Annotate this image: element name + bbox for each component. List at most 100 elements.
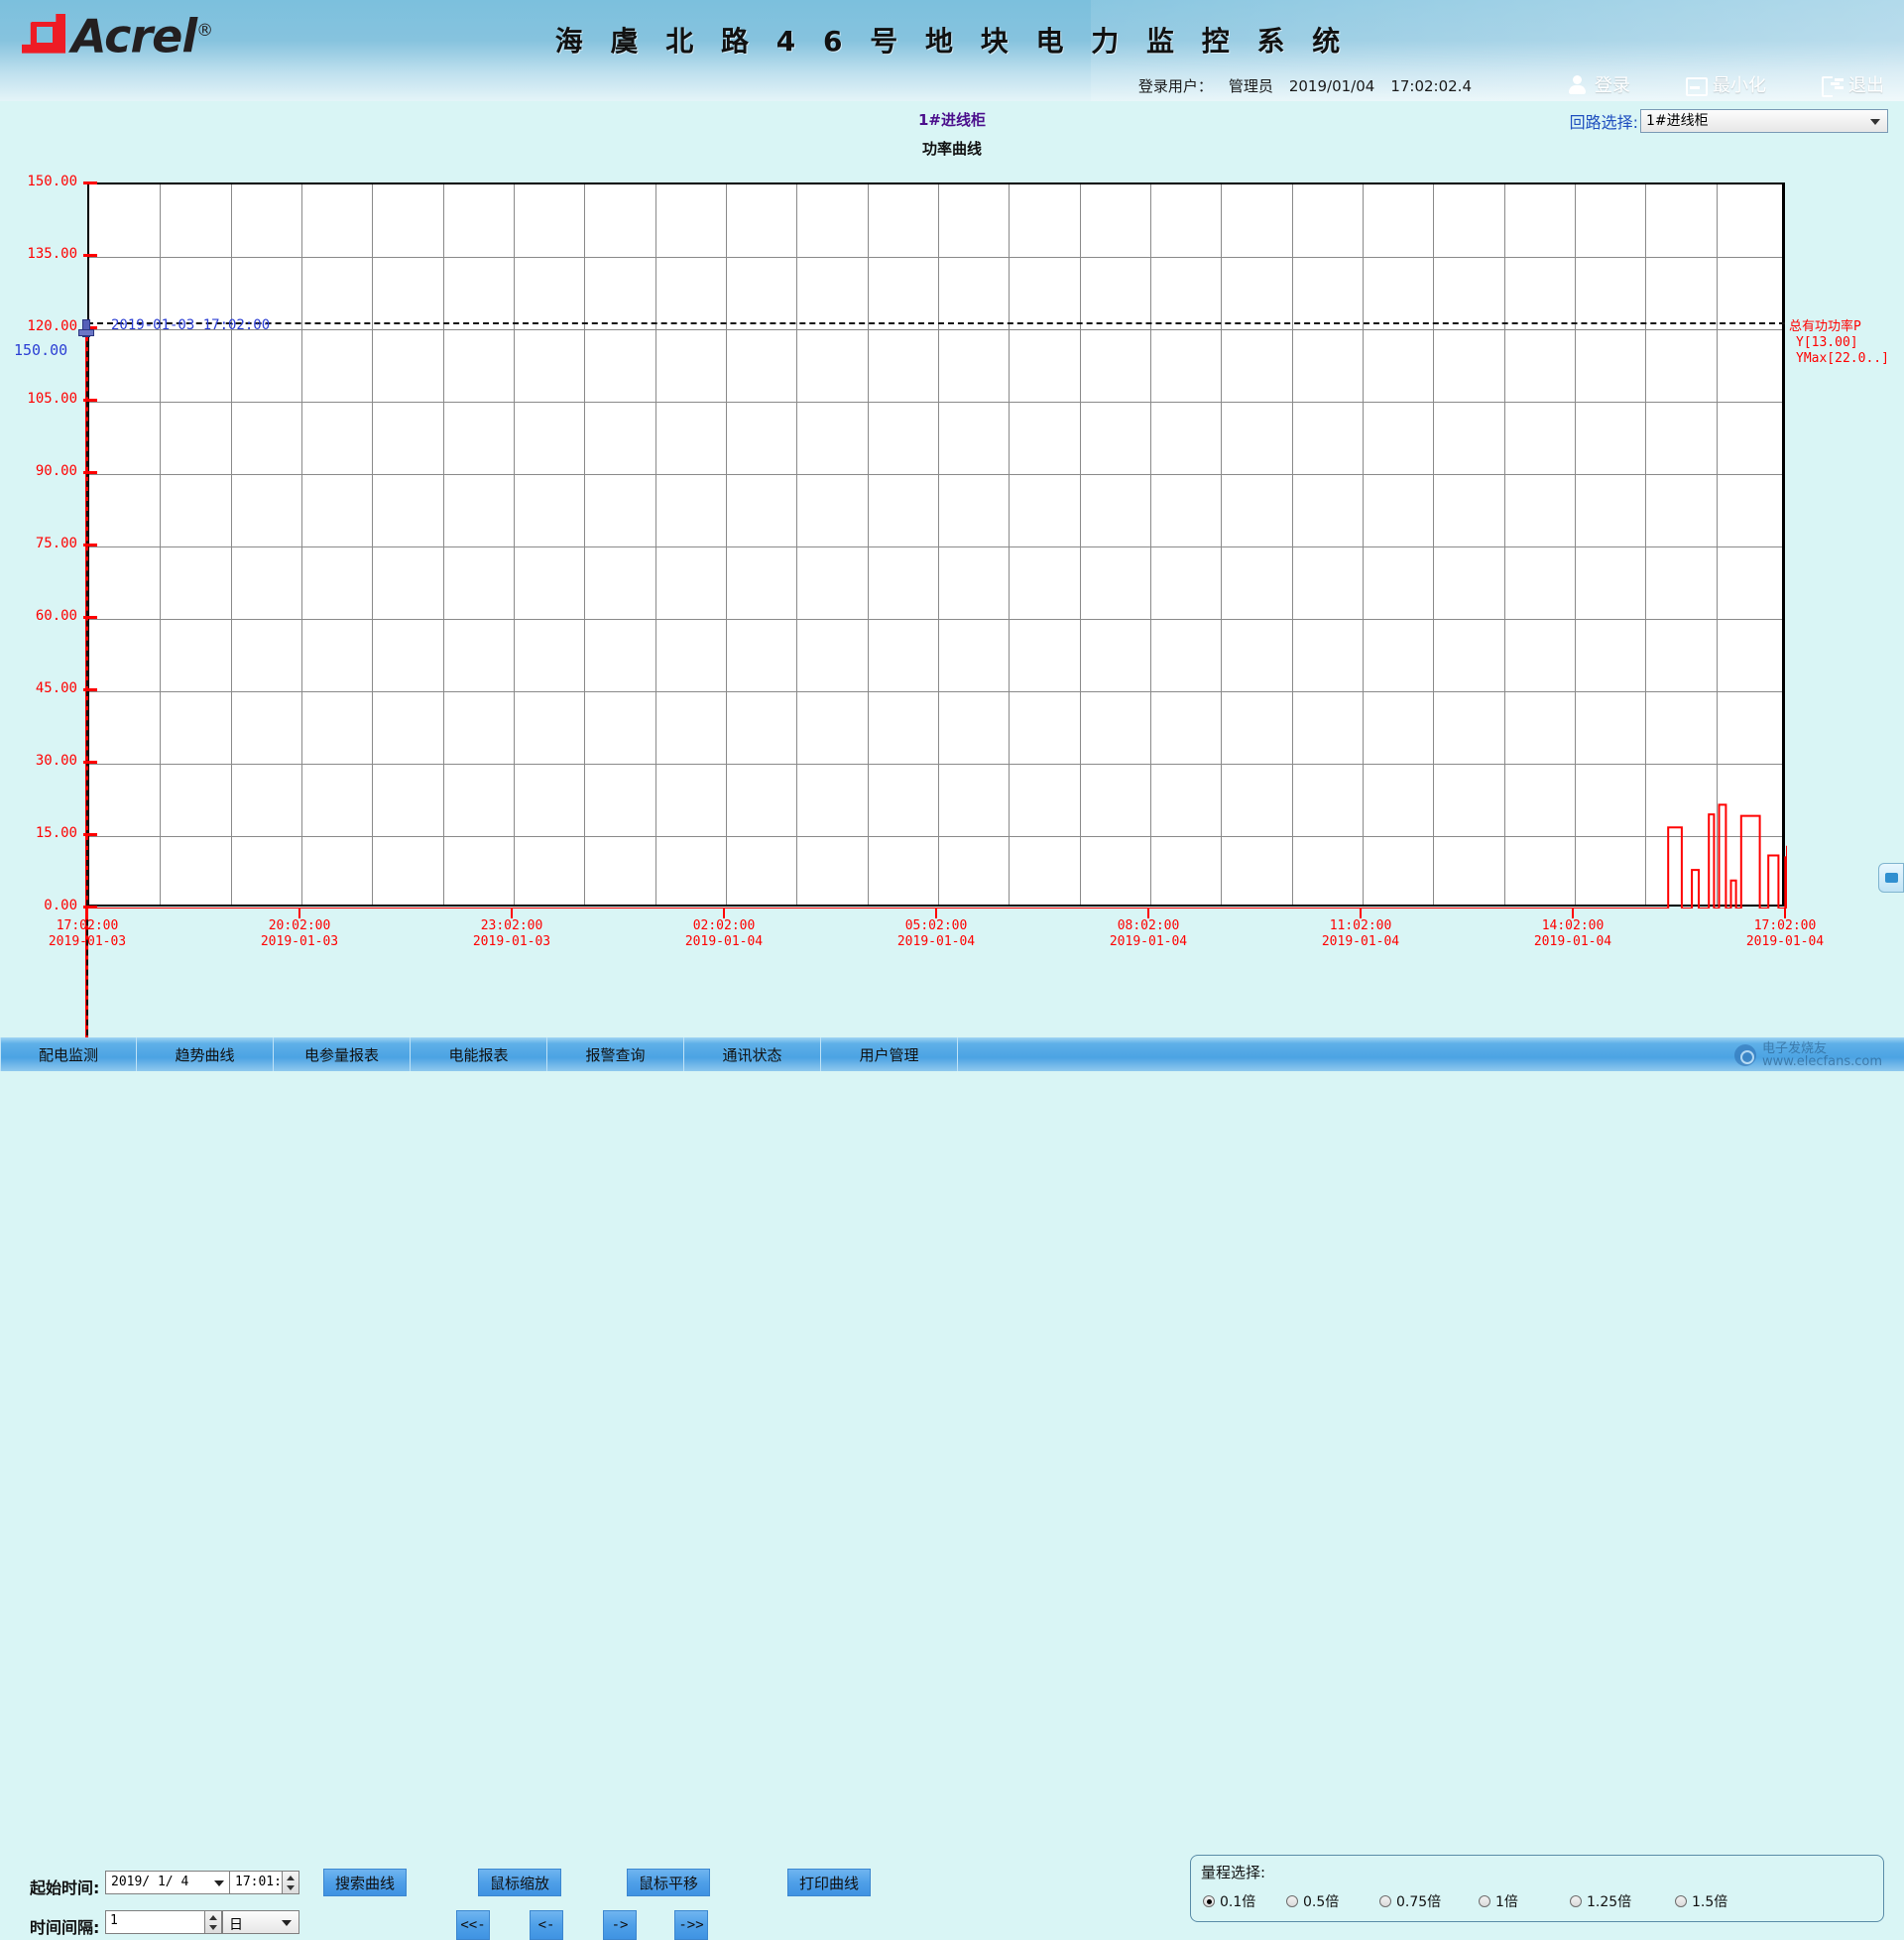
start-date-input[interactable]: 2019/ 1/ 4 bbox=[105, 1871, 230, 1894]
y-axis-tick-label: 135.00 bbox=[4, 246, 77, 262]
nav-item-list: 配电监测趋势曲线电参量报表电能报表报警查询通讯状态用户管理 bbox=[0, 1037, 958, 1071]
y-axis-tick bbox=[83, 616, 97, 619]
step-next-button[interactable]: -> bbox=[603, 1910, 637, 1940]
y-axis-tick bbox=[83, 544, 97, 546]
bottom-navigation: 配电监测趋势曲线电参量报表电能报表报警查询通讯状态用户管理 bbox=[0, 1037, 1904, 1071]
x-axis-tick bbox=[511, 909, 513, 918]
jump-first-button[interactable]: <<- bbox=[456, 1910, 490, 1940]
exit-icon bbox=[1822, 75, 1841, 94]
y-axis-tick-label: 15.00 bbox=[4, 825, 77, 841]
nav-item-3[interactable]: 电能报表 bbox=[411, 1037, 547, 1071]
exit-button-label: 退出 bbox=[1848, 71, 1884, 97]
range-radio-label: 0.5倍 bbox=[1303, 1891, 1339, 1911]
radio-button-icon[interactable] bbox=[1675, 1895, 1687, 1907]
app-header: Acrel® 海 虞 北 路 4 6 号 地 块 电 力 监 控 系 统 登录用… bbox=[0, 0, 1904, 101]
range-selection-label: 量程选择: bbox=[1201, 1862, 1265, 1882]
nav-item-5[interactable]: 通讯状态 bbox=[684, 1037, 821, 1071]
y-axis-tick bbox=[83, 833, 97, 836]
x-axis-tick bbox=[86, 909, 88, 918]
radio-button-icon[interactable] bbox=[1570, 1895, 1582, 1907]
login-button-label: 登录 bbox=[1595, 71, 1630, 97]
watermark-text: 电子发烧友 www.elecfans.com bbox=[1762, 1042, 1882, 1068]
y-axis-tick-label: 75.00 bbox=[4, 536, 77, 551]
chart-header-bar: 1#进线柜 功率曲线 回路选择: 1#进线柜 bbox=[0, 101, 1904, 143]
interval-input[interactable]: 1 bbox=[105, 1910, 210, 1934]
minimize-button[interactable]: 最小化 bbox=[1686, 71, 1766, 97]
login-button[interactable]: 登录 bbox=[1568, 71, 1630, 97]
y-axis-tick bbox=[83, 688, 97, 691]
chevron-down-icon bbox=[1870, 119, 1880, 125]
y-axis-tick bbox=[83, 761, 97, 764]
y-axis-tick-label: 120.00 bbox=[4, 318, 77, 334]
circuit-select-value: 1#进线柜 bbox=[1646, 113, 1709, 129]
range-radio-2[interactable]: 0.75倍 bbox=[1379, 1891, 1441, 1911]
chart-plot[interactable] bbox=[87, 182, 1785, 907]
mouse-zoom-button[interactable]: 鼠标缩放 bbox=[478, 1869, 561, 1896]
interval-stepper-up-icon[interactable] bbox=[209, 1915, 217, 1920]
search-curve-button[interactable]: 搜索曲线 bbox=[323, 1869, 407, 1896]
range-radio-label: 1倍 bbox=[1495, 1891, 1518, 1911]
y-axis-tick-label: 0.00 bbox=[4, 898, 77, 913]
stepper-up-icon[interactable] bbox=[287, 1876, 295, 1880]
y-axis-tick bbox=[83, 399, 97, 402]
y-axis-tick-label: 105.00 bbox=[4, 391, 77, 407]
interval-label: 时间间隔: bbox=[30, 1914, 99, 1938]
start-time-stepper[interactable] bbox=[282, 1871, 299, 1894]
nav-item-0[interactable]: 配电监测 bbox=[0, 1037, 137, 1071]
watermark-logo-icon bbox=[1734, 1044, 1756, 1066]
y-axis-tick bbox=[83, 254, 97, 257]
stepper-down-icon[interactable] bbox=[287, 1885, 295, 1890]
login-time: 17:02:02.4 bbox=[1390, 77, 1472, 95]
interval-stepper-down-icon[interactable] bbox=[209, 1925, 217, 1930]
legend-current-value: Y[13.00] bbox=[1789, 335, 1904, 351]
legend-series-name: 总有功功率P bbox=[1789, 319, 1904, 335]
jump-last-button[interactable]: ->> bbox=[674, 1910, 708, 1940]
chart-legend: 总有功功率P Y[13.00] YMax[22.0..] bbox=[1789, 319, 1904, 367]
range-radio-5[interactable]: 1.5倍 bbox=[1675, 1891, 1727, 1911]
chart-top-dashed-line bbox=[87, 322, 1785, 324]
range-radio-label: 0.1倍 bbox=[1220, 1891, 1255, 1911]
nav-item-2[interactable]: 电参量报表 bbox=[274, 1037, 411, 1071]
nav-item-6[interactable]: 用户管理 bbox=[821, 1037, 958, 1071]
range-radio-3[interactable]: 1倍 bbox=[1479, 1891, 1518, 1911]
x-axis-tick bbox=[298, 909, 300, 918]
login-date: 2019/01/04 bbox=[1289, 77, 1374, 95]
chart-area: 150.00135.00120.00105.0090.0075.0060.004… bbox=[0, 143, 1904, 926]
circuit-select-dropdown[interactable]: 1#进线柜 bbox=[1640, 109, 1888, 133]
range-radio-1[interactable]: 0.5倍 bbox=[1286, 1891, 1339, 1911]
exit-button[interactable]: 退出 bbox=[1822, 71, 1884, 97]
radio-button-icon[interactable] bbox=[1286, 1895, 1298, 1907]
side-panel-toggle[interactable] bbox=[1878, 863, 1904, 893]
print-curve-button[interactable]: 打印曲线 bbox=[787, 1869, 871, 1896]
step-prev-button[interactable]: <- bbox=[530, 1910, 563, 1940]
nav-item-1[interactable]: 趋势曲线 bbox=[137, 1037, 274, 1071]
x-axis-tick bbox=[1784, 909, 1786, 918]
date-chevron-down-icon[interactable] bbox=[214, 1880, 224, 1886]
page-title: 海 虞 北 路 4 6 号 地 块 电 力 监 控 系 统 bbox=[0, 20, 1904, 60]
x-axis-tick bbox=[1572, 909, 1574, 918]
chart-cursor-handle[interactable] bbox=[78, 319, 94, 341]
y-axis-tick-label: 60.00 bbox=[4, 608, 77, 624]
radio-button-icon[interactable] bbox=[1479, 1895, 1490, 1907]
range-radio-0[interactable]: 0.1倍 bbox=[1203, 1891, 1255, 1911]
y-axis-tick-label: 90.00 bbox=[4, 463, 77, 479]
minimize-button-label: 最小化 bbox=[1713, 71, 1766, 97]
interval-value: 1 bbox=[110, 1913, 118, 1928]
legend-max-value: YMax[22.0..] bbox=[1789, 351, 1904, 367]
range-selection-group: 量程选择: 0.1倍 0.5倍 0.75倍 1倍 1.25倍 1.5倍 bbox=[1190, 1855, 1884, 1922]
user-icon bbox=[1568, 75, 1587, 94]
radio-button-icon[interactable] bbox=[1379, 1895, 1391, 1907]
mouse-pan-button[interactable]: 鼠标平移 bbox=[627, 1869, 710, 1896]
circuit-select-label: 回路选择: bbox=[1570, 109, 1638, 133]
login-info: 登录用户：管理员2019/01/0417:02:02.4 bbox=[1138, 75, 1488, 96]
interval-stepper[interactable] bbox=[204, 1910, 222, 1934]
range-radio-4[interactable]: 1.25倍 bbox=[1570, 1891, 1631, 1911]
header-actions: 登录 最小化 退出 bbox=[1568, 71, 1884, 97]
radio-button-icon[interactable] bbox=[1203, 1895, 1215, 1907]
nav-item-4[interactable]: 报警查询 bbox=[547, 1037, 684, 1071]
y-axis-tick bbox=[83, 471, 97, 474]
y-axis-tick bbox=[83, 182, 97, 184]
watermark: 电子发烧友 www.elecfans.com bbox=[1734, 1042, 1882, 1068]
unit-chevron-down-icon[interactable] bbox=[282, 1920, 292, 1926]
interval-unit-value: 日 bbox=[229, 1917, 243, 1933]
